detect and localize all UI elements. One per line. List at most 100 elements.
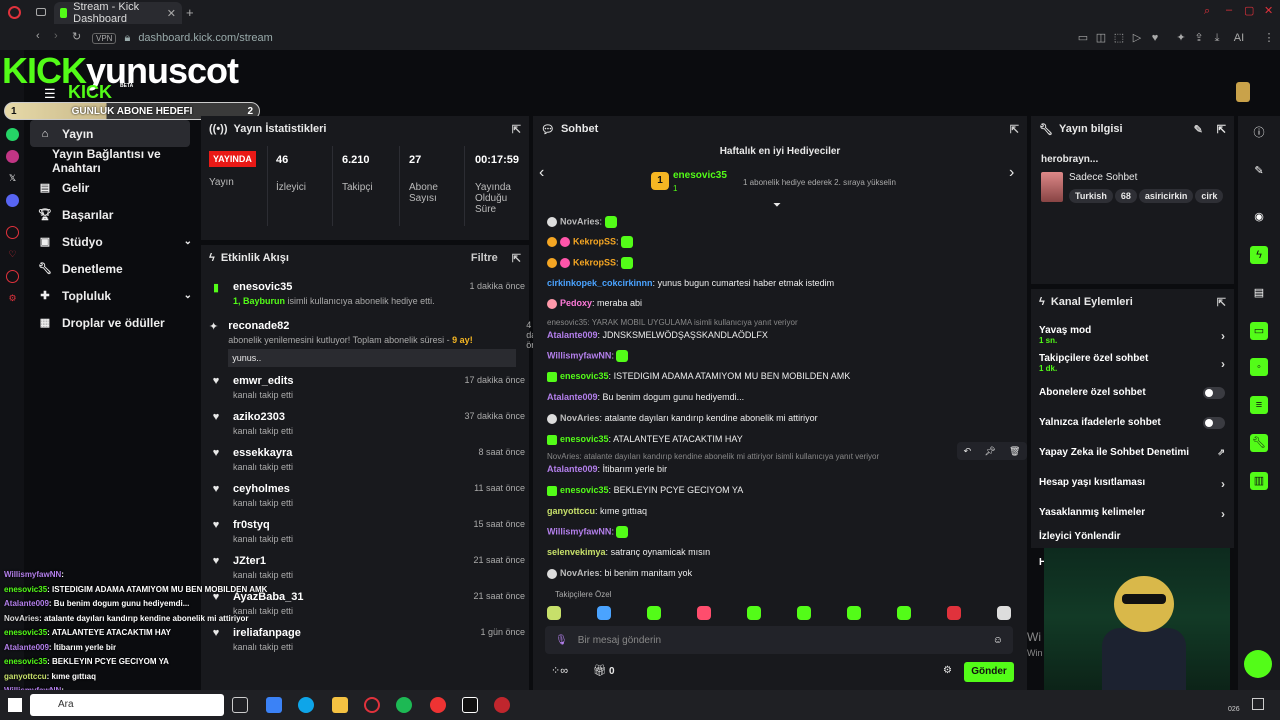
- toggle-switch[interactable]: [1203, 387, 1225, 399]
- snapshot-icon[interactable]: ◫: [1094, 31, 1108, 45]
- settings-icon[interactable]: ⚙: [6, 292, 19, 305]
- close-window-icon[interactable]: ✕: [1264, 4, 1273, 17]
- browser-tab[interactable]: Stream - Kick Dashboard ✕: [54, 1, 182, 25]
- list-icon[interactable]: ≡: [1250, 396, 1268, 414]
- chat-username[interactable]: WillismyfawNN: [547, 526, 611, 536]
- chat-username[interactable]: KekropSS: [573, 257, 616, 267]
- chat-username[interactable]: KekropSS: [573, 236, 616, 246]
- minimize-icon[interactable]: –: [1226, 4, 1232, 16]
- send-button[interactable]: Gönder: [964, 662, 1014, 682]
- spotify-icon[interactable]: [396, 697, 412, 713]
- mic-icon[interactable]: 🎙︎: [555, 635, 568, 646]
- chat-username[interactable]: enesovic35: [560, 485, 609, 495]
- chat-username[interactable]: Pedoxy: [560, 298, 592, 308]
- app-icon-3[interactable]: [462, 697, 478, 713]
- activity-user[interactable]: enesovic35: [233, 281, 435, 293]
- music-icon[interactable]: [6, 270, 19, 283]
- vpn-badge[interactable]: VPN: [92, 32, 117, 44]
- share-icon[interactable]: ⇪: [1192, 31, 1206, 45]
- channel-action-item[interactable]: Takipçilere özel sohbet 1 dk. ›: [1039, 353, 1229, 373]
- history-icon[interactable]: [6, 226, 19, 239]
- quick-emote-icon[interactable]: [697, 606, 711, 620]
- app-icon-1[interactable]: [266, 697, 282, 713]
- chat-username[interactable]: NovAries: [560, 413, 600, 423]
- quick-emote-icon[interactable]: [997, 606, 1011, 620]
- heart-outline-icon[interactable]: ♡: [6, 248, 19, 261]
- nav-item-stream-key[interactable]: Yayın Bağlantısı ve Anahtarı: [30, 147, 198, 175]
- chat-username[interactable]: enesovic35: [560, 434, 609, 444]
- chat-input[interactable]: 🎙︎ Bir mesaj gönderin ☺: [545, 626, 1013, 654]
- chat-username[interactable]: ganyottccu: [547, 506, 595, 516]
- close-tab-icon[interactable]: ✕: [167, 7, 176, 20]
- channel-action-item[interactable]: Abonelere özel sohbet: [1039, 387, 1229, 399]
- x-icon[interactable]: 𝕏: [6, 172, 19, 185]
- activity-user[interactable]: essekkayra: [233, 447, 293, 459]
- chevron-right-icon[interactable]: ›: [1221, 329, 1225, 343]
- chat-username[interactable]: enesovic35: [560, 371, 609, 381]
- delete-icon[interactable]: 🗑︎: [1009, 446, 1020, 457]
- chevron-right-icon[interactable]: ›: [1221, 357, 1225, 371]
- emoji-icon[interactable]: ☺: [993, 635, 1003, 646]
- chevron-down-icon[interactable]: ⌄: [184, 236, 192, 247]
- search-tabs-icon[interactable]: ⌕: [1204, 5, 1210, 18]
- nav-item-achievements[interactable]: 🏆︎ Başarılar: [30, 201, 198, 228]
- notification-icon[interactable]: [1252, 698, 1264, 710]
- filter-button[interactable]: Filtre: [471, 252, 498, 264]
- channel-action-item[interactable]: Yapay Zeka ile Sohbet Denetimi ⇗: [1039, 447, 1229, 458]
- popout-icon[interactable]: ⇱: [1010, 123, 1019, 136]
- nav-item-stream[interactable]: ⌂ Yayın: [30, 120, 190, 147]
- edge-icon[interactable]: [298, 697, 314, 713]
- popout-icon[interactable]: ⇱: [1217, 296, 1226, 309]
- back-icon[interactable]: ‹: [36, 30, 40, 42]
- popout-icon[interactable]: ⇱: [512, 252, 521, 265]
- explorer-icon[interactable]: [332, 697, 348, 713]
- nav-item-studio[interactable]: ▣ Stüdyo ⌄: [30, 228, 198, 255]
- chevron-right-icon[interactable]: ›: [1221, 507, 1225, 521]
- toggle-switch[interactable]: [1203, 417, 1225, 429]
- bolt-icon[interactable]: ϟ: [1250, 246, 1268, 264]
- support-chat-icon[interactable]: [1244, 650, 1272, 678]
- forward-icon[interactable]: ›: [54, 30, 58, 42]
- app-icon-2[interactable]: [430, 697, 446, 713]
- puzzle-icon[interactable]: ✦: [1174, 31, 1188, 45]
- extensions-icon[interactable]: ⬚: [1112, 31, 1126, 45]
- nav-item-drops[interactable]: ▦ Droplar ve ödüller: [30, 309, 198, 336]
- url-field[interactable]: VPN 🔒︎ dashboard.kick.com/stream: [92, 29, 273, 47]
- reload-icon[interactable]: ↻: [72, 30, 81, 43]
- channel-action-item[interactable]: İzleyici Yönlendir: [1039, 531, 1229, 542]
- start-icon[interactable]: [8, 698, 22, 712]
- taskbar-search[interactable]: Ara: [30, 694, 224, 716]
- clipboard-icon[interactable]: ▤: [1250, 284, 1268, 302]
- info-icon[interactable]: ⓘ: [1250, 124, 1268, 142]
- external-link-icon[interactable]: ⇗: [1217, 447, 1225, 458]
- broadcast-icon[interactable]: ◦: [1250, 358, 1268, 376]
- quick-emote-icon[interactable]: [547, 606, 561, 620]
- edit-icon[interactable]: ✎: [1194, 123, 1203, 136]
- chat-username[interactable]: Atalante009: [547, 464, 598, 474]
- new-tab-icon[interactable]: +: [186, 5, 194, 20]
- chat-username[interactable]: NovAries: [560, 216, 600, 226]
- quick-emote-icon[interactable]: [597, 606, 611, 620]
- quick-emote-icon[interactable]: [897, 606, 911, 620]
- quick-emote-icon[interactable]: [947, 606, 961, 620]
- category-name[interactable]: Sadece Sohbet: [1069, 172, 1137, 183]
- activity-user[interactable]: aziko2303: [233, 411, 293, 423]
- camera-icon[interactable]: ◉: [1250, 208, 1268, 226]
- channel-action-item[interactable]: Yalnızca ifadelerle sohbet: [1039, 417, 1229, 429]
- activity-user[interactable]: reconade82: [228, 320, 516, 332]
- chat-username[interactable]: WillismyfawNN: [547, 350, 611, 360]
- layout-icon[interactable]: ▥: [1250, 472, 1268, 490]
- activity-user[interactable]: JZter1: [233, 555, 293, 567]
- bookmark-icon[interactable]: ▭: [1076, 31, 1090, 45]
- task-view-icon[interactable]: [232, 697, 248, 713]
- prev-gifter-icon[interactable]: ‹: [539, 164, 544, 182]
- pin-icon[interactable]: 📌︎: [984, 446, 995, 457]
- chat-username[interactable]: selenvekimya: [547, 547, 606, 557]
- instagram-icon[interactable]: [6, 150, 19, 163]
- tab-menu-icon[interactable]: [36, 8, 46, 16]
- activity-user[interactable]: fr0styq: [233, 519, 293, 531]
- chat-username[interactable]: Atalante009: [547, 392, 598, 402]
- quick-emote-icon[interactable]: [647, 606, 661, 620]
- aria-ai-button[interactable]: AI: [1228, 31, 1250, 45]
- chevron-right-icon[interactable]: ›: [1221, 477, 1225, 491]
